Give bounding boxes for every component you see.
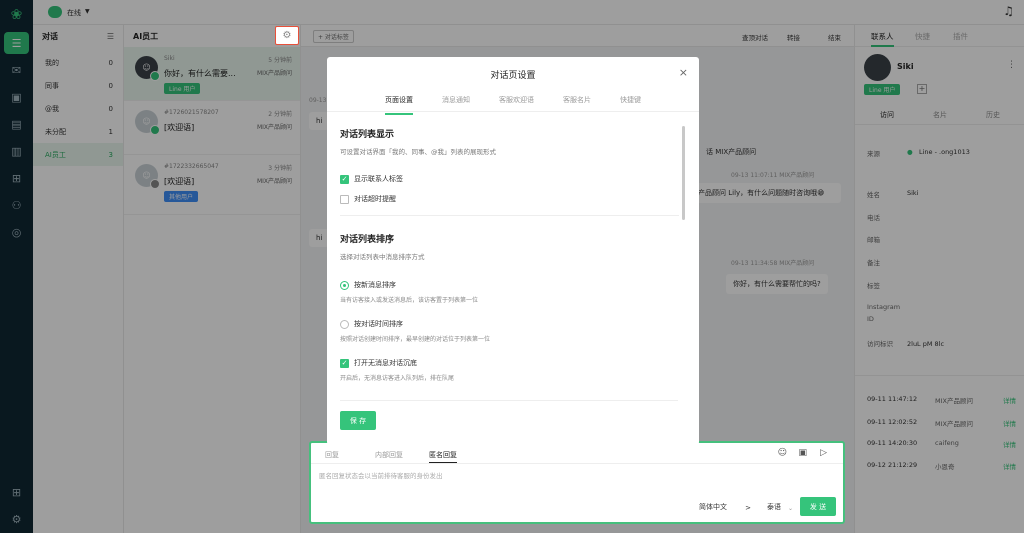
section-desc: 选择对话列表中消息排序方式 xyxy=(340,253,425,261)
image-icon[interactable]: ▣ xyxy=(798,448,807,458)
target-language-select[interactable]: 泰语 xyxy=(767,502,781,512)
tab-shortcuts[interactable]: 快捷键 xyxy=(620,95,641,111)
option-label: 显示联系人标签 xyxy=(354,175,403,183)
tab-welcome[interactable]: 客服欢迎语 xyxy=(499,95,534,111)
section-title: 对话列表显示 xyxy=(340,130,395,140)
section-title: 对话列表排序 xyxy=(340,235,395,245)
option-label: 打开无消息对话沉底 xyxy=(354,359,417,367)
sort-by-created-time-radio[interactable]: 按对话时间排序 xyxy=(340,319,679,329)
checkbox-checked-icon: ✓ xyxy=(340,174,349,184)
radio-empty-icon xyxy=(340,319,349,329)
settings-gear-icon[interactable]: ⚙ xyxy=(275,26,299,45)
source-language-select[interactable]: 简体中文 xyxy=(699,502,727,512)
option-label: 按对话时间排序 xyxy=(354,320,403,328)
play-icon[interactable]: ▷ xyxy=(820,448,827,458)
modal-title: 对话页设置 xyxy=(490,71,536,81)
emoji-icon[interactable]: ☺ xyxy=(778,448,787,458)
divider xyxy=(311,463,843,464)
option-label: 按新消息排序 xyxy=(354,281,396,289)
checkbox-empty-icon xyxy=(340,194,349,204)
save-button[interactable]: 保 存 xyxy=(340,411,376,430)
tab-notifications[interactable]: 消息通知 xyxy=(442,95,470,111)
send-button[interactable]: 发 送 xyxy=(800,497,836,516)
sink-empty-conversations-checkbox[interactable]: ✓ 打开无消息对话沉底 xyxy=(340,358,679,368)
option-label: 对话超时提醒 xyxy=(354,195,396,203)
settings-modal: 对话页设置 × 页面设置 消息通知 客服欢迎语 客服名片 快捷键 对话列表显示 … xyxy=(327,57,699,445)
tab-reply[interactable]: 回复 xyxy=(325,450,339,460)
sort-by-new-message-radio[interactable]: 按新消息排序 xyxy=(340,280,679,290)
tab-internal-reply[interactable]: 内部回复 xyxy=(375,450,403,460)
tab-agent-card[interactable]: 客服名片 xyxy=(563,95,591,111)
divider xyxy=(340,215,679,216)
option-hint: 当有访客接入或发送消息后，该访客置于列表第一位 xyxy=(340,297,479,304)
modal-tabs: 页面设置 消息通知 客服欢迎语 客服名片 快捷键 xyxy=(327,95,699,115)
divider xyxy=(340,400,678,401)
tab-page-settings[interactable]: 页面设置 xyxy=(385,95,413,115)
reply-box: 回复 内部回复 匿名回复 ☺ ▣ ▷ 匿名回复状态会以当前排待客服的身份发出 简… xyxy=(309,441,845,524)
modal-body: 对话列表显示 可设置对话界面「我的、同事、@我」列表的展现形式 ✓ 显示联系人标签… xyxy=(340,127,679,399)
modal-scrollbar[interactable] xyxy=(682,126,685,220)
show-contact-tags-checkbox[interactable]: ✓ 显示联系人标签 xyxy=(340,174,679,184)
reply-input[interactable]: 匿名回复状态会以当前排待客服的身份发出 xyxy=(319,470,443,480)
arrow-icon: > xyxy=(745,504,751,512)
timeout-alert-checkbox[interactable]: 对话超时提醒 xyxy=(340,194,679,204)
close-icon[interactable]: × xyxy=(679,66,688,79)
option-hint: 按照对话创建时间排序，最早创建的对话位于列表第一位 xyxy=(340,336,491,343)
chevron-down-icon[interactable]: ⌄ xyxy=(788,505,793,512)
tab-anonymous-reply[interactable]: 匿名回复 xyxy=(429,450,457,464)
radio-selected-icon xyxy=(340,280,349,290)
section-desc: 可设置对话界面「我的、同事、@我」列表的展现形式 xyxy=(340,148,496,156)
option-hint: 开启后，无消息访客进入队列后，排在队尾 xyxy=(340,375,455,382)
checkbox-checked-icon: ✓ xyxy=(340,358,349,368)
